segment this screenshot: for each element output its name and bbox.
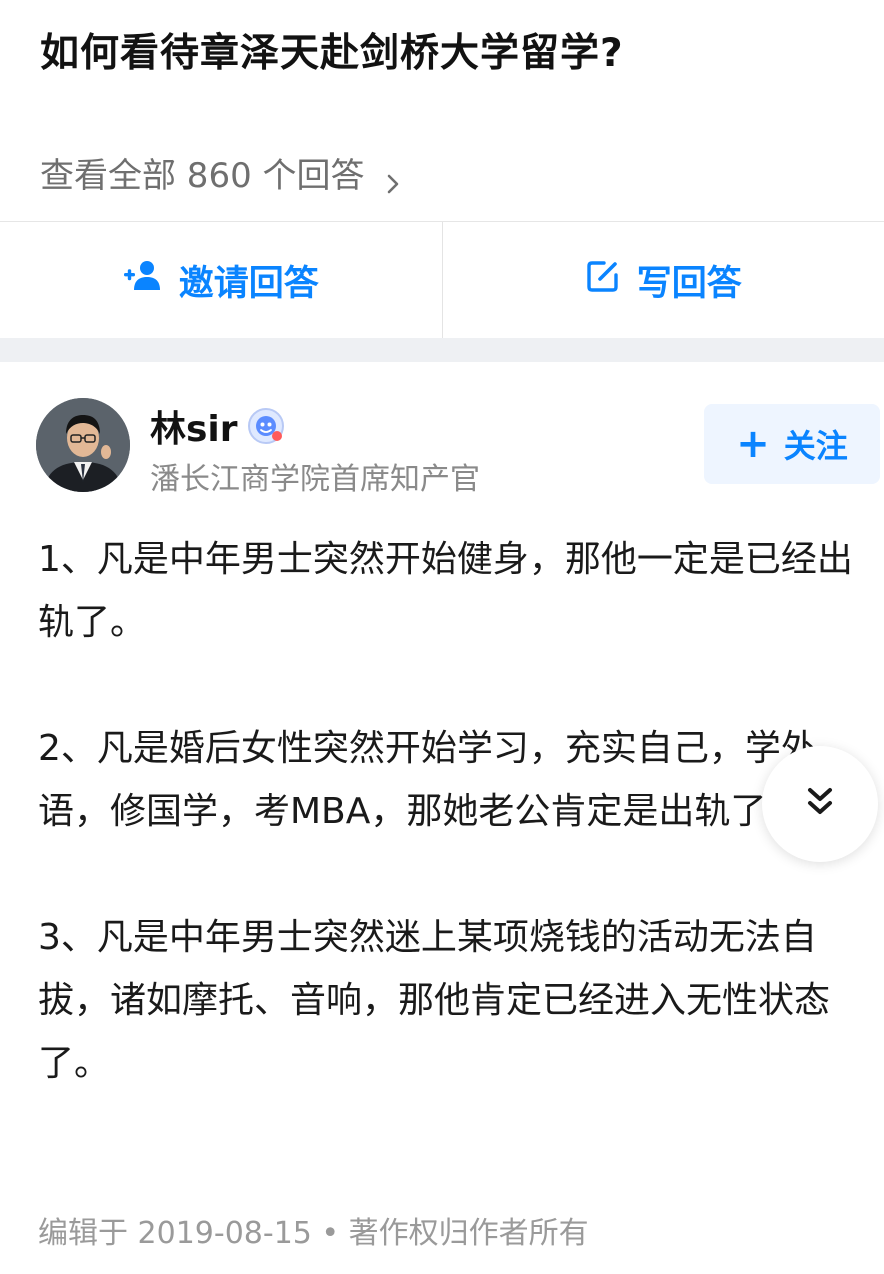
- add-user-icon: [123, 259, 179, 302]
- answer-paragraph: 2、凡是婚后女性突然开始学习，充实自己，学外语，修国学，考MBA，那她老公肯定是…: [38, 728, 817, 832]
- chevron-right-icon: [383, 163, 403, 193]
- answer-paragraph: 3、凡是中年男士突然迷上某项烧钱的活动无法自拔，诸如摩托、音响，那他肯定已经进入…: [38, 917, 831, 1084]
- answer-paragraph: 1、凡是中年男士突然开始健身，那他一定是已经出轨了。: [38, 539, 853, 643]
- follow-label: 关注: [783, 427, 848, 465]
- question-actions: 邀请回答 写回答: [0, 222, 884, 338]
- follow-button[interactable]: + 关注: [704, 404, 880, 484]
- view-all-answers-label: 查看全部 860 个回答: [40, 156, 365, 196]
- answer-card: 林sir 潘长江商学院首席知产官 + 关注 1、凡是中年男士突然开始健身，那他一…: [0, 362, 884, 1274]
- answer-content: 1、凡是中年男士突然开始健身，那他一定是已经出轨了。 2、凡是婚后女性突然开始学…: [38, 528, 884, 1158]
- write-answer-label: 写回答: [636, 263, 742, 304]
- edit-icon: [585, 258, 637, 303]
- author-name[interactable]: 林sir: [150, 400, 286, 452]
- write-answer-button[interactable]: 写回答: [441, 222, 884, 338]
- question-title[interactable]: 如何看待章泽天赴剑桥大学留学?: [40, 22, 624, 78]
- avatar[interactable]: [36, 398, 130, 492]
- author-description: 潘长江商学院首席知产官: [150, 462, 480, 497]
- invite-answer-label: 邀请回答: [178, 263, 319, 304]
- double-chevron-down-icon: [803, 785, 837, 823]
- view-all-answers-link[interactable]: 查看全部 860 个回答: [40, 148, 403, 197]
- plus-icon: +: [736, 421, 770, 467]
- answer-footer: 编辑于 2019-08-15 • 著作权归作者所有: [38, 1216, 589, 1251]
- expand-button[interactable]: [762, 746, 878, 862]
- verified-badge-icon: [246, 406, 286, 446]
- question-header: 如何看待章泽天赴剑桥大学留学? 查看全部 860 个回答: [0, 0, 884, 222]
- section-divider: [0, 338, 884, 362]
- author-name-text: 林sir: [150, 409, 238, 450]
- invite-answer-button[interactable]: 邀请回答: [0, 222, 442, 338]
